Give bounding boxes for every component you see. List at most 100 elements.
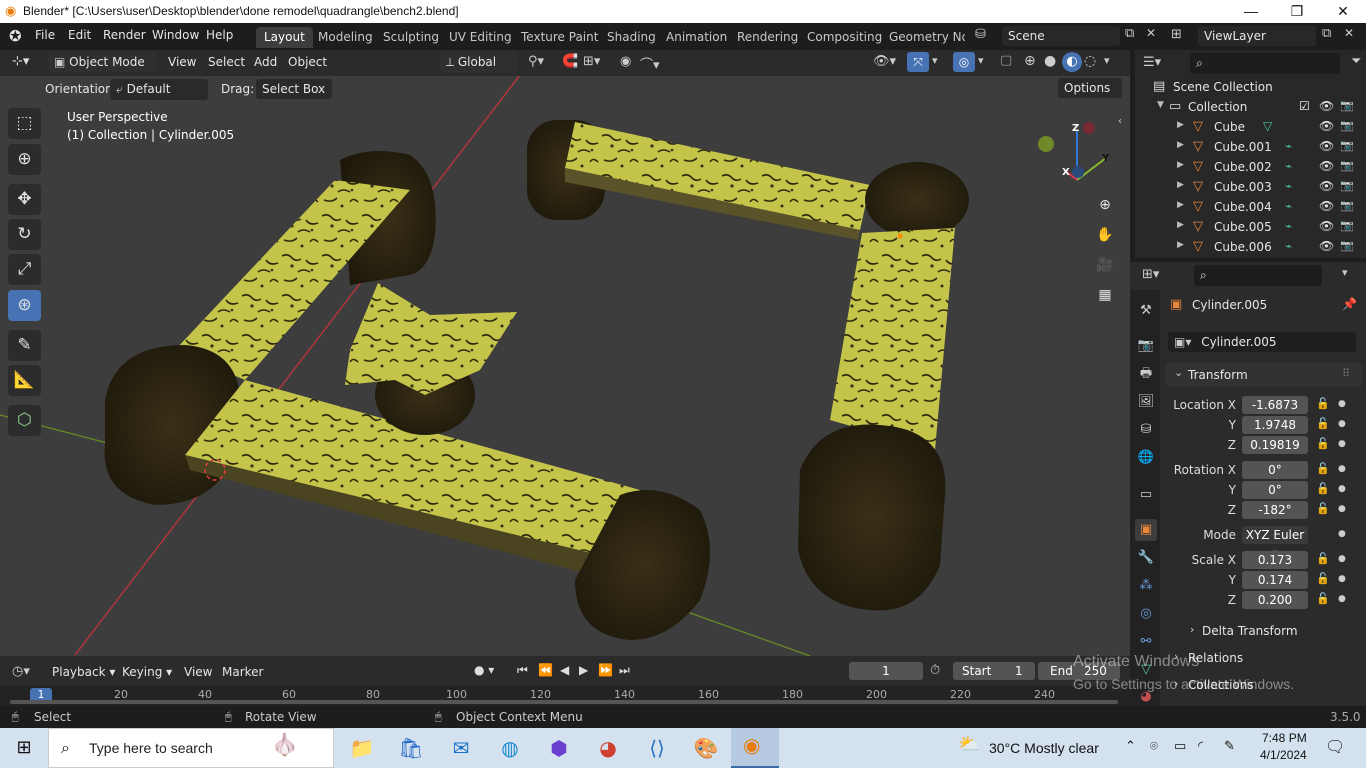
viewport-menu-select[interactable]: Select <box>208 55 245 69</box>
tab-uv-editing[interactable]: UV Editing <box>441 27 520 48</box>
menu-help[interactable]: Help <box>206 28 233 42</box>
world-tab-icon[interactable]: 🌐 <box>1135 447 1157 469</box>
tool-tab-icon[interactable]: ⚒ <box>1135 300 1157 322</box>
mesh-data-icon[interactable]: ▽ <box>1263 119 1272 133</box>
lock-icon[interactable]: 🔓 <box>1316 397 1330 410</box>
tab-layout[interactable]: Layout <box>256 27 313 48</box>
ortho-grid-icon[interactable]: ▦ <box>1093 284 1117 308</box>
close-button[interactable]: ✕ <box>1320 0 1366 23</box>
render-camera-icon[interactable]: 📷 <box>1340 119 1354 132</box>
minimize-button[interactable]: — <box>1228 0 1274 23</box>
lock-icon[interactable]: 🔓 <box>1316 502 1330 515</box>
file-explorer-icon[interactable]: 📁 <box>342 732 382 764</box>
show-hidden-icons-chevron[interactable]: ⌃ <box>1125 739 1136 754</box>
outliner-row-object[interactable]: ▶ ▽ Cube.002 ⌁ 👁 📷 <box>1135 157 1366 177</box>
play-icon[interactable]: ▶ <box>579 663 588 677</box>
tab-compositing[interactable]: Compositing <box>799 27 890 48</box>
collection-tab-icon[interactable]: ▭ <box>1135 484 1157 506</box>
expand-icon[interactable]: ▶ <box>1177 200 1184 210</box>
transform-panel-header[interactable]: ⌄ Transform ⠿ <box>1166 363 1362 387</box>
properties-editor-icon[interactable]: ⊞▾ <box>1142 267 1159 282</box>
menu-edit[interactable]: Edit <box>68 28 91 42</box>
keyframe-dot-icon[interactable]: ● <box>1338 419 1346 429</box>
outliner-row-object[interactable]: ▶ ▽ Cube.005 ⌁ 👁 📷 <box>1135 217 1366 237</box>
render-camera-icon[interactable]: 📷 <box>1340 219 1354 232</box>
viewport-menu-add[interactable]: Add <box>254 55 277 69</box>
viewport-menu-object[interactable]: Object <box>288 55 327 69</box>
annotate-tool-icon[interactable]: ✎ <box>8 330 41 361</box>
particles-tab-icon[interactable]: ⁂ <box>1135 575 1157 597</box>
outliner-row-object[interactable]: ▶ ▽ Cube.003 ⌁ 👁 📷 <box>1135 177 1366 197</box>
new-scene-icon[interactable]: ⧉ <box>1125 26 1134 41</box>
modifier-icon[interactable]: ⌁ <box>1285 239 1292 253</box>
blender-taskbar-button[interactable]: ◉ <box>731 728 779 768</box>
visibility-eye-icon[interactable]: 👁 <box>1319 179 1334 193</box>
wireframe-shading-icon[interactable]: ⊕ <box>1024 53 1036 69</box>
transform-orientation-selector[interactable]: ⟂ Global <box>440 52 518 73</box>
timeline-editor-icon[interactable]: ◷▾ <box>12 664 30 679</box>
rotate-tool-icon[interactable]: ↻ <box>8 219 41 250</box>
notification-center-icon[interactable]: 🗨 <box>1325 737 1345 756</box>
filter-icon[interactable]: ⏷ <box>1351 54 1361 69</box>
gizmo-x-label[interactable]: X <box>1062 167 1070 178</box>
gizmo-z-label[interactable]: Z <box>1072 123 1079 134</box>
scale-x-field[interactable]: 0.173 <box>1242 551 1308 569</box>
visibility-eye-icon[interactable]: 👁 <box>1319 219 1334 233</box>
keyframe-dot-icon[interactable]: ● <box>1338 399 1346 409</box>
outliner-row-collection[interactable]: ▼ ▭ Collection ☑ 👁 📷 <box>1135 97 1366 117</box>
drag-handle-icon[interactable]: ⠿ <box>1342 367 1350 380</box>
options-button[interactable]: Options <box>1058 78 1122 98</box>
scale-tool-icon[interactable]: ⤢ <box>8 254 41 285</box>
drag-selector[interactable]: Select Box <box>256 79 332 99</box>
overlays-dropdown-icon[interactable]: ▾ <box>978 54 984 67</box>
properties-options-icon[interactable]: ▾ <box>1342 266 1348 279</box>
tab-modeling[interactable]: Modeling <box>310 27 381 48</box>
outliner-row-object[interactable]: ▶ ▽ Cube.006 ⌁ 👁 📷 <box>1135 237 1366 257</box>
scene-tab-icon[interactable]: ⛁ <box>1135 419 1157 441</box>
modifier-icon[interactable]: ⌁ <box>1285 179 1292 193</box>
delta-transform-panel[interactable]: › Delta Transform <box>1180 620 1360 640</box>
measure-tool-icon[interactable]: 📐 <box>8 365 41 396</box>
proportional-edit-icon[interactable]: ◉ <box>620 54 631 69</box>
keyframe-dot-icon[interactable]: ● <box>1338 504 1346 514</box>
visibility-eye-icon[interactable]: 👁 <box>1319 239 1334 253</box>
vscode-icon[interactable]: ⟨⟩ <box>637 732 677 764</box>
location-x-field[interactable]: -1.6873 <box>1242 396 1308 414</box>
wifi-icon[interactable]: ◜ <box>1198 739 1203 754</box>
render-camera-icon[interactable]: 📷 <box>1340 179 1354 192</box>
viewport-menu-view[interactable]: View <box>168 55 196 69</box>
clock-time[interactable]: 7:48 PM <box>1262 731 1307 745</box>
stopwatch-icon[interactable]: ⏱ <box>930 663 940 678</box>
sidebar-toggle-icon[interactable]: ‹ <box>1118 116 1122 127</box>
move-tool-icon[interactable]: ✥ <box>8 184 41 215</box>
location-y-field[interactable]: 1.9748 <box>1242 416 1308 434</box>
material-preview-icon[interactable]: ◐ <box>1062 52 1082 72</box>
viewlayer-icon[interactable]: ⊞ <box>1171 27 1182 42</box>
previous-keyframe-icon[interactable]: ⏪ <box>538 663 553 677</box>
play-reverse-icon[interactable]: ◀ <box>560 663 569 677</box>
timeline-scrollbar[interactable] <box>10 700 1118 704</box>
remove-scene-icon[interactable]: ✕ <box>1146 26 1156 40</box>
next-keyframe-icon[interactable]: ⏩ <box>598 663 613 677</box>
constraints-tab-icon[interactable]: ⚯ <box>1135 631 1157 653</box>
location-z-field[interactable]: 0.19819 <box>1242 436 1308 454</box>
expand-icon[interactable]: ▶ <box>1177 160 1184 170</box>
keyframe-dot-icon[interactable]: ● <box>1338 439 1346 449</box>
keyframe-dot-icon[interactable]: ● <box>1338 484 1346 494</box>
lock-icon[interactable]: 🔓 <box>1316 462 1330 475</box>
lock-icon[interactable]: 🔓 <box>1316 437 1330 450</box>
zoom-icon[interactable]: ⊕ <box>1093 194 1117 218</box>
battery-icon[interactable]: ▭ <box>1174 739 1186 754</box>
viewlayer-selector[interactable]: ViewLayer <box>1198 26 1316 46</box>
remove-viewlayer-icon[interactable]: ✕ <box>1344 26 1354 40</box>
select-box-tool-icon[interactable]: ⬚ <box>8 108 41 139</box>
modifier-icon[interactable]: ⌁ <box>1285 139 1292 153</box>
lock-icon[interactable]: 🔓 <box>1316 417 1330 430</box>
expand-icon[interactable]: ▶ <box>1177 180 1184 190</box>
menu-file[interactable]: File <box>35 28 55 42</box>
paint-icon[interactable]: 🎨 <box>686 732 726 764</box>
marker-menu[interactable]: Marker <box>222 665 263 679</box>
gizmo-y-label[interactable]: Y <box>1102 153 1109 164</box>
tab-animation[interactable]: Animation <box>658 27 735 48</box>
physics-tab-icon[interactable]: ◎ <box>1135 603 1157 625</box>
